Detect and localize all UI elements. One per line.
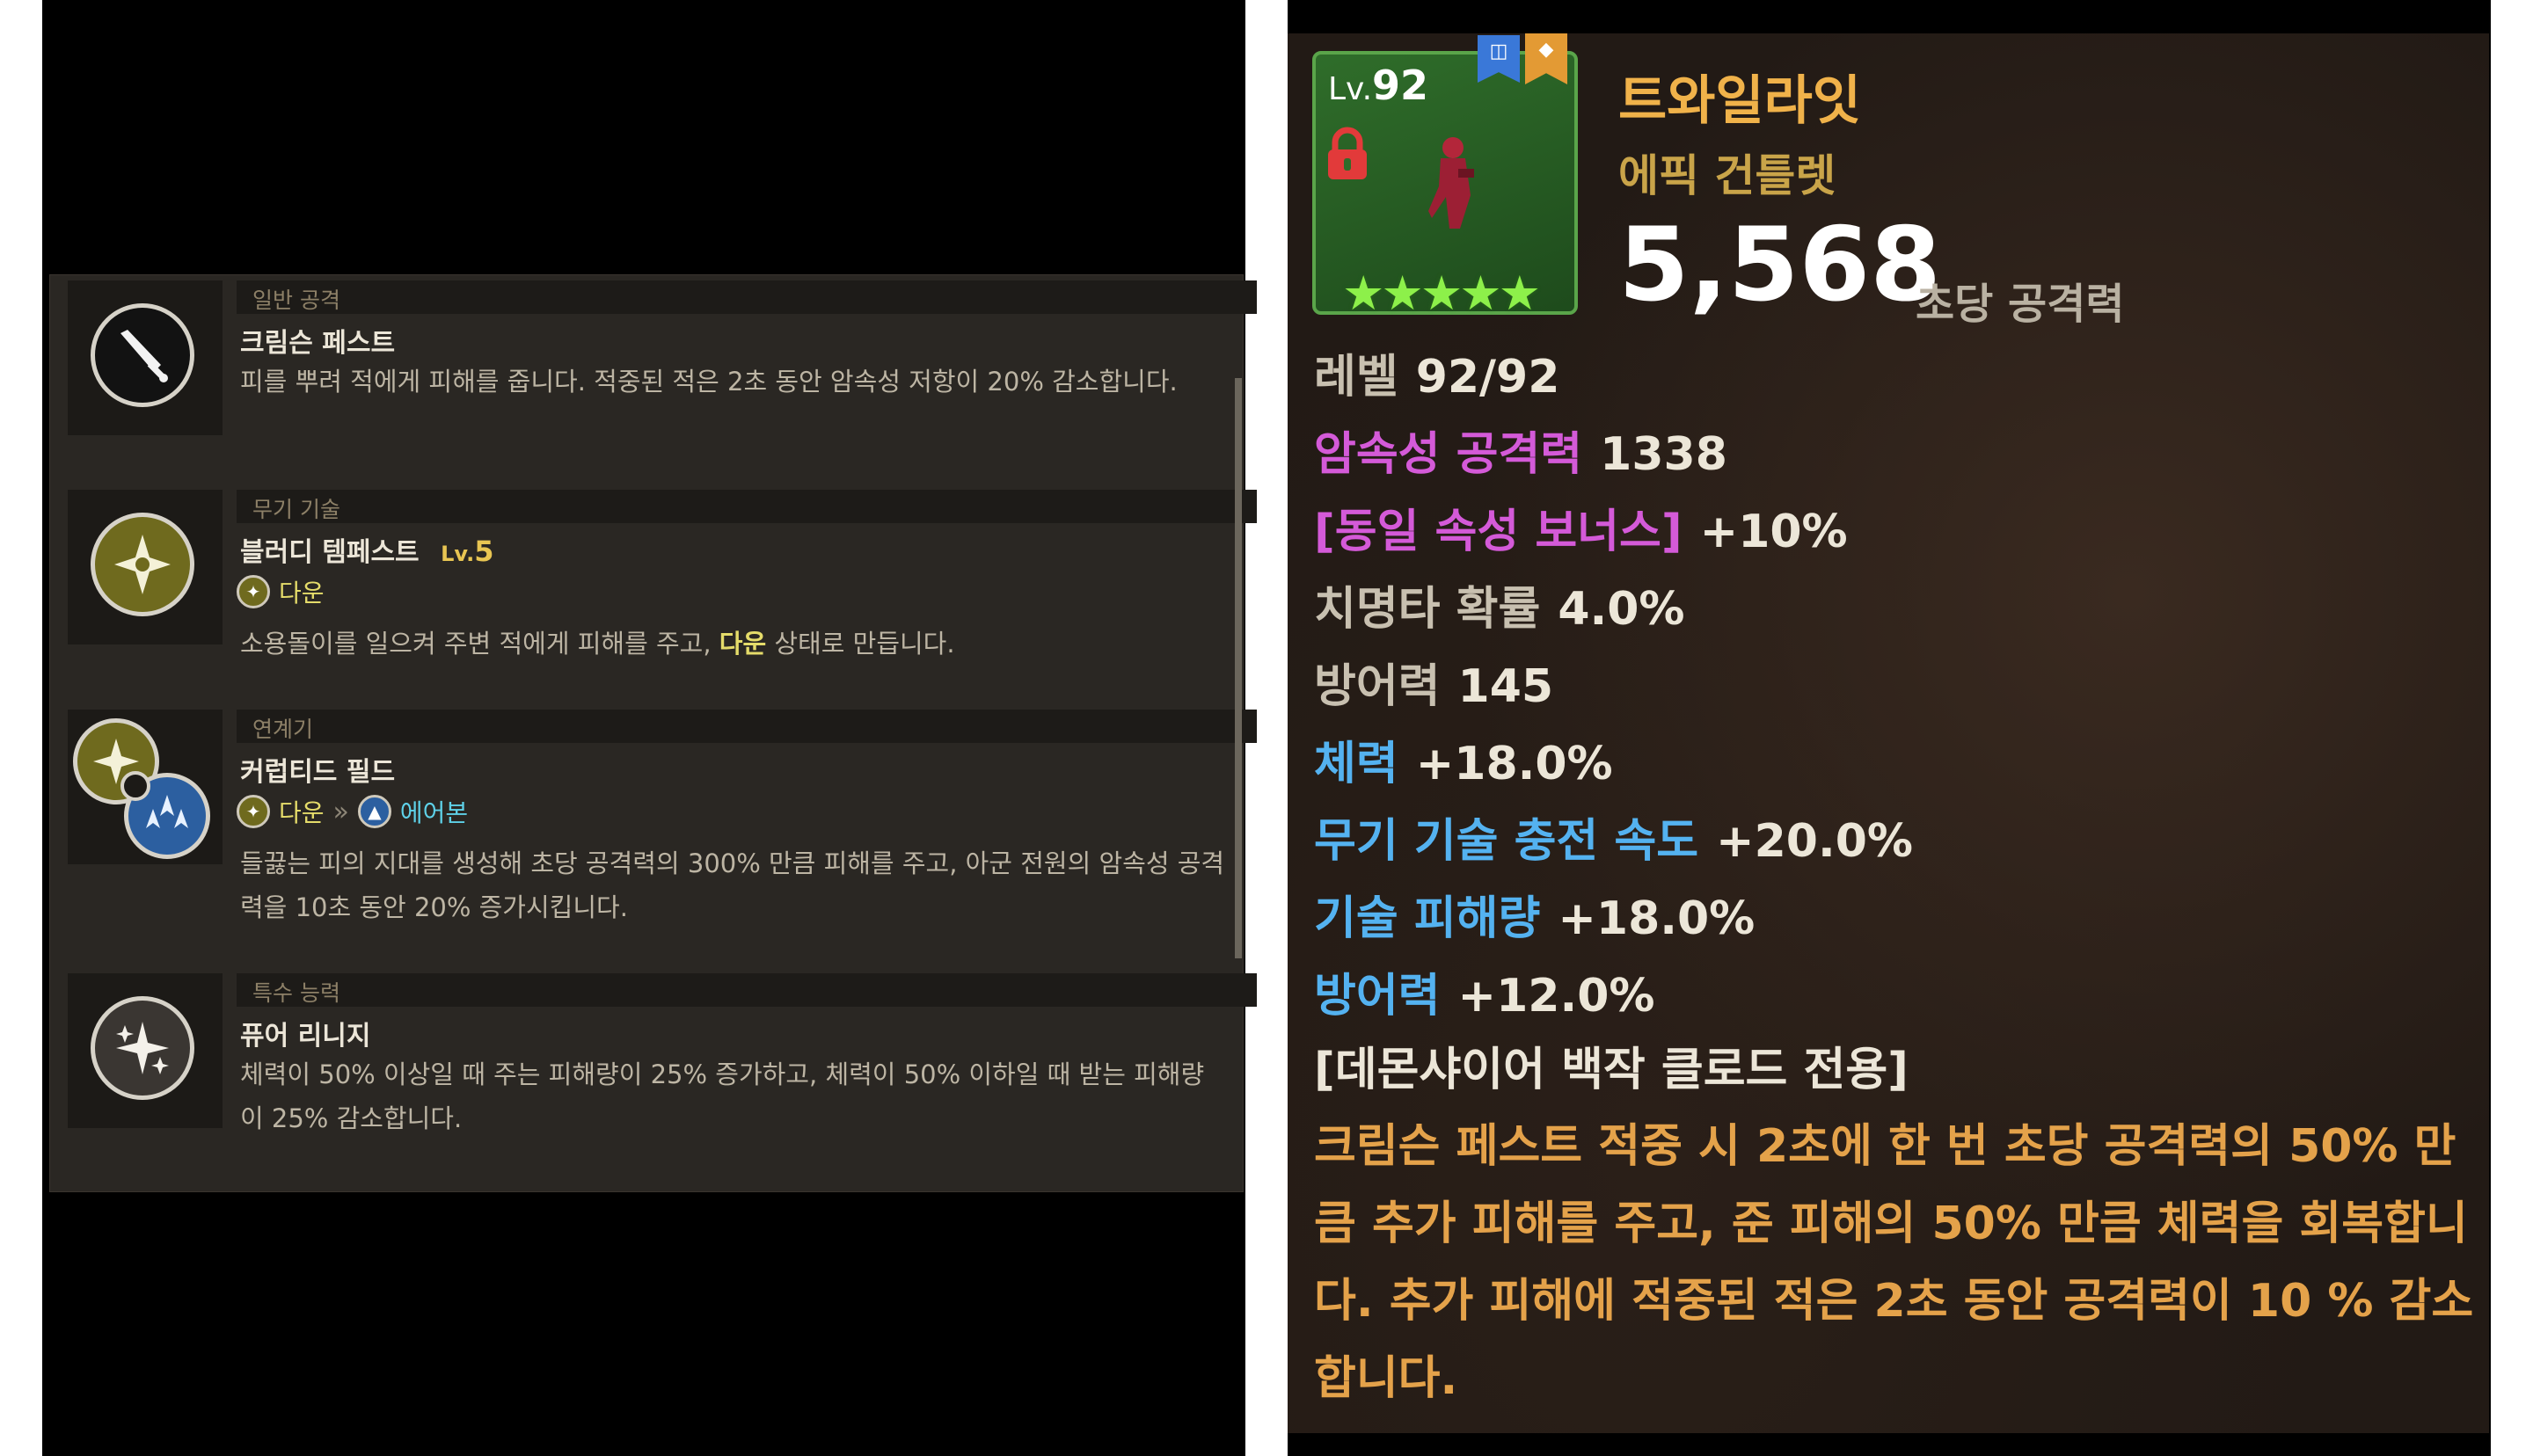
category-bar: 특수 능력 [237, 973, 1257, 1007]
category-bar: 무기 기술 [237, 490, 1257, 523]
exclusive-effect-description: 크림슨 페스트 적중 시 2초에 한 번 초당 공격력의 50% 만큼 추가 피… [1314, 1120, 2474, 1405]
item-type: 에픽 건틀렛 [1618, 150, 1836, 201]
skill-description: 피를 뿌려 적에게 피해를 줍니다. 적중된 적은 2초 동안 암속성 저항이 … [240, 367, 1178, 397]
skill-level-value: 5 [474, 535, 494, 568]
exclusive-effect-title: [데몬샤이어 백작 클로드 전용] [1314, 1044, 1909, 1096]
stat-row-crit-chance: 치명타 확률 4.0% [1314, 571, 1685, 637]
category-bar: 일반 공격 [237, 280, 1257, 314]
skill-name: 퓨어 리니지 [240, 1021, 371, 1052]
stat-label: 레벨 [1314, 351, 1398, 404]
item-level-value: 92 [1372, 62, 1429, 109]
stat-row-element-bonus: [동일 속성 보너스] +10% [1314, 494, 1848, 560]
skill-name: 크림슨 페스트 [240, 328, 396, 359]
item-level: Lv.92 [1328, 62, 1428, 109]
sword-icon [91, 303, 194, 407]
stat-row-skill-charge: 무기 기술 충전 속도 +20.0% [1314, 804, 1913, 870]
skill-description: 들끓는 피의 지대를 생성해 초당 공격력의 300% 만큼 피해를 주고, 아… [240, 848, 1225, 922]
category-label: 특수 능력 [252, 980, 340, 1006]
combo-from-tag: 다운 [279, 798, 325, 827]
lock-icon[interactable] [1325, 127, 1370, 185]
sparkle-icon [91, 996, 194, 1100]
stat-label: 암속성 공격력 [1314, 428, 1583, 481]
item-detail-panel: Lv.92 ★★★★★ ◫ ◆ 트와일라잇 에픽 건틀렛 5,568 초당 공격… [1288, 33, 2489, 1433]
stat-row-dark-attack: 암속성 공격력 1338 [1314, 417, 1727, 483]
description-text: 상태로 만듭니다. [766, 629, 955, 659]
skill-level-prefix: Lv. [441, 542, 475, 566]
skill-icon-frame [68, 710, 223, 864]
combo-arrow: » [332, 796, 349, 827]
attack-per-second-label: 초당 공격력 [1916, 280, 2125, 329]
item-star-rating: ★★★★★ [1342, 266, 1541, 321]
character-figure-icon [1420, 134, 1481, 234]
down-status-icon: ✦ [237, 795, 270, 828]
skill-description: 체력이 50% 이상일 때 주는 피해량이 25% 증가하고, 체력이 50% … [240, 1059, 1205, 1133]
status-tag-row: ✦ 다운 [237, 574, 325, 609]
chain-icon [120, 771, 150, 801]
stat-label: 기술 피해량 [1314, 892, 1541, 945]
category-bar: 연계기 [237, 710, 1257, 743]
stat-row-hp-bonus: 체력 +18.0% [1314, 726, 1613, 792]
combo-to-tag: 에어본 [399, 798, 469, 827]
item-level-prefix: Lv. [1328, 71, 1373, 107]
stat-value: +18.0% [1415, 738, 1613, 790]
stat-label: [동일 속성 보너스] [1314, 506, 1683, 558]
status-tag: 다운 [279, 579, 325, 608]
stat-value: +20.0% [1716, 815, 1914, 868]
skill-panel: 일반 공격 크림슨 페스트 피를 뿌려 적에게 피해를 줍니다. 적중된 적은 … [49, 274, 1257, 1192]
stat-value: +12.0% [1457, 970, 1655, 1023]
stat-label: 치명타 확률 [1314, 583, 1541, 636]
stat-label: 방어력 [1314, 660, 1441, 713]
description-text: 소용돌이를 일으켜 주변 적에게 피해를 주고, [240, 629, 719, 659]
stat-row-defense-bonus: 방어력 +12.0% [1314, 958, 1655, 1024]
stat-row-skill-damage: 기술 피해량 +18.0% [1314, 881, 1755, 947]
category-label: 연계기 [252, 717, 314, 742]
skill-description: 소용돌이를 일으켜 주변 적에게 피해를 주고, 다운 상태로 만듭니다. [240, 622, 1225, 666]
skill-name: 커럽티드 필드 [240, 757, 396, 788]
item-name: 트와일라잇 [1618, 70, 1861, 132]
skill-icon-frame [68, 280, 223, 435]
stat-value: 145 [1457, 660, 1554, 713]
burst-icon [91, 513, 194, 616]
skill-icon-frame [68, 973, 223, 1128]
item-portrait[interactable]: Lv.92 ★★★★★ [1312, 51, 1578, 321]
stat-value: 92/92 [1415, 351, 1560, 404]
category-label: 무기 기술 [252, 497, 340, 522]
stat-value: +18.0% [1558, 892, 1756, 945]
stat-label: 무기 기술 충전 속도 [1314, 815, 1699, 868]
skill-icon-frame [68, 490, 223, 644]
stat-value: 1338 [1600, 428, 1727, 481]
skill-name: 블러디 템페스트 Lv.5 [240, 530, 493, 569]
stat-row-level: 레벨 92/92 [1314, 339, 1559, 405]
combo-tag-row: ✦ 다운 » ▲ 에어본 [237, 794, 468, 829]
skill-name-text: 블러디 템페스트 [240, 537, 420, 568]
category-label: 일반 공격 [252, 288, 340, 313]
stat-label: 체력 [1314, 738, 1398, 790]
down-status-icon: ✦ [237, 575, 270, 608]
attack-per-second-value: 5,568 [1618, 206, 1941, 324]
stat-value: +10% [1699, 506, 1848, 558]
airborne-status-icon: ▲ [357, 795, 391, 828]
stat-label: 방어력 [1314, 970, 1441, 1023]
stat-value: 4.0% [1558, 583, 1685, 636]
stat-row-defense: 방어력 145 [1314, 649, 1553, 715]
description-highlight: 다운 [719, 629, 767, 659]
skill-panel-scrollbar[interactable] [1235, 378, 1242, 958]
